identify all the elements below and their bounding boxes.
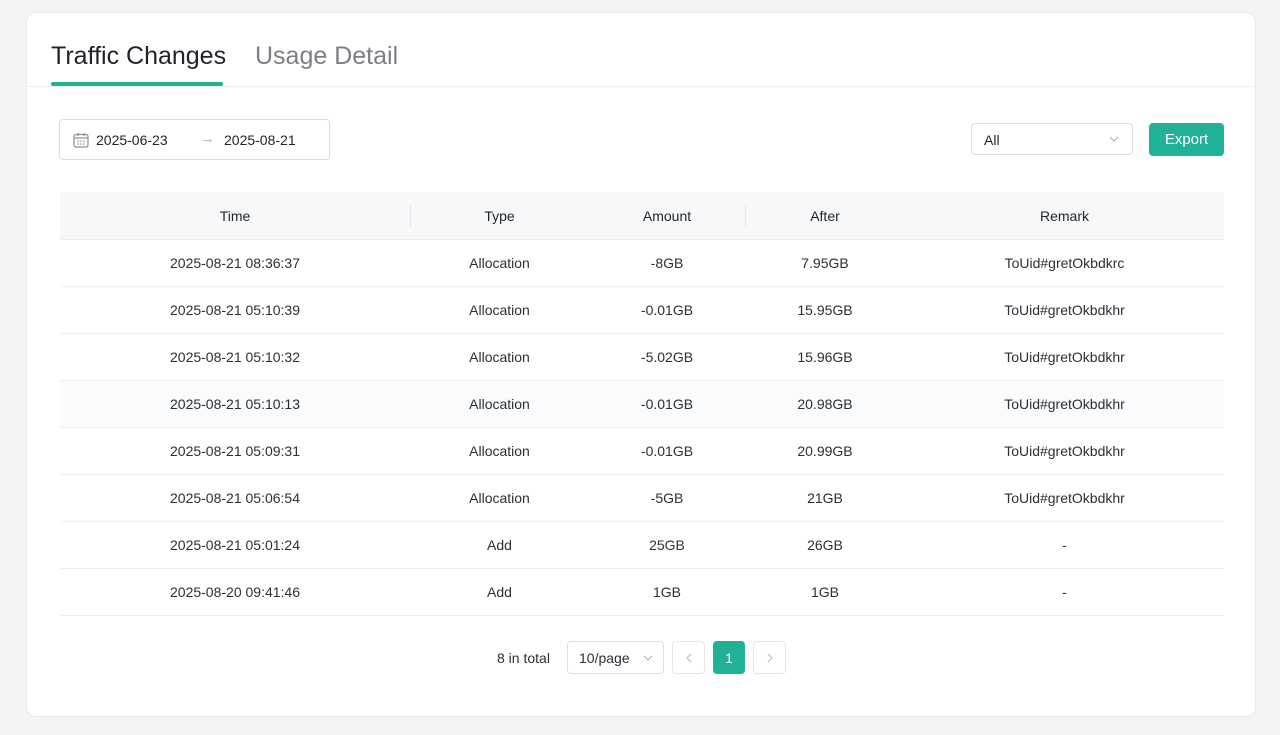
page-size-value: 10/page [579,650,630,666]
cell-time: 2025-08-21 05:09:31 [170,443,300,459]
calendar-icon [73,133,89,148]
chevron-down-icon [643,655,653,661]
cell-type: Allocation [469,443,530,459]
previous-page-button[interactable] [672,641,705,674]
chevron-down-icon [1109,136,1119,142]
total-count: 8 in total [497,650,550,666]
cell-after: 20.98GB [797,396,853,412]
cell-remark: - [1062,584,1067,600]
traffic-table: Time Type Amount After Remark 2025-08-21… [60,192,1224,616]
cell-time: 2025-08-21 05:06:54 [170,490,300,506]
cell-after: 15.95GB [797,302,853,318]
tab-usage-detail[interactable]: Usage Detail [255,41,398,71]
cell-remark: - [1062,537,1067,553]
type-filter-select[interactable]: All [971,123,1133,155]
cell-remark: ToUid#gretOkbdkrc [1004,255,1125,271]
cell-type: Add [487,584,512,600]
table-row: 2025-08-21 05:01:24 Add 25GB 26GB - [60,522,1224,569]
cell-type: Allocation [469,349,530,365]
column-header-after: After [810,207,840,224]
column-header-time: Time [219,207,251,224]
table-row: 2025-08-21 08:36:37 Allocation -8GB 7.95… [60,240,1224,287]
cell-after: 1GB [810,584,839,600]
table-row: 2025-08-21 05:10:13 Allocation -0.01GB 2… [60,381,1224,428]
cell-time: 2025-08-21 05:10:39 [170,302,300,318]
column-header-remark: Remark [1039,207,1089,224]
cell-amount: -0.01GB [640,443,694,459]
cell-amount: -5GB [650,490,684,506]
active-tab-indicator [51,82,223,86]
start-date-input[interactable]: 2025-06-23 [96,132,168,148]
tab-bar: Traffic Changes Usage Detail [27,13,1255,87]
cell-time: 2025-08-20 09:41:46 [170,584,300,600]
cell-amount: 1GB [652,584,681,600]
cell-type: Add [487,537,512,553]
column-header-amount: Amount [642,207,692,224]
cell-after: 26GB [807,537,843,553]
cell-type: Allocation [469,302,530,318]
column-header-type: Type [484,207,515,224]
tab-traffic-changes[interactable]: Traffic Changes [51,41,226,71]
date-range-picker[interactable]: 2025-06-23 → 2025-08-21 [59,119,330,160]
pagination: 8 in total 10/page 1 [27,641,1255,675]
cell-remark: ToUid#gretOkbdkhr [1004,490,1125,506]
cell-amount: -8GB [650,255,684,271]
cell-amount: 25GB [649,537,685,553]
end-date-input[interactable]: 2025-08-21 [224,132,296,148]
traffic-card: Traffic Changes Usage Detail 2025-06-23 … [26,12,1256,717]
table-row: 2025-08-21 05:10:39 Allocation -0.01GB 1… [60,287,1224,334]
table-row: 2025-08-20 09:41:46 Add 1GB 1GB - [60,569,1224,616]
cell-time: 2025-08-21 05:10:13 [170,396,300,412]
date-range-arrow-icon: → [200,130,215,147]
cell-amount: -0.01GB [640,302,694,318]
cell-after: 7.95GB [801,255,849,271]
cell-amount: -5.02GB [640,349,694,365]
chevron-left-icon [685,653,691,662]
table-row: 2025-08-21 05:10:32 Allocation -5.02GB 1… [60,334,1224,381]
table-header: Time Type Amount After Remark [60,192,1224,240]
next-page-button[interactable] [753,641,786,674]
page-1-button[interactable]: 1 [713,641,745,674]
cell-remark: ToUid#gretOkbdkhr [1004,443,1125,459]
cell-remark: ToUid#gretOkbdkhr [1004,396,1125,412]
cell-amount: -0.01GB [640,396,694,412]
type-filter-value: All [984,132,1000,148]
chevron-right-icon [767,653,773,662]
cell-type: Allocation [469,490,530,506]
cell-type: Allocation [469,396,530,412]
cell-time: 2025-08-21 05:01:24 [170,537,300,553]
cell-time: 2025-08-21 08:36:37 [170,255,300,271]
cell-remark: ToUid#gretOkbdkhr [1004,349,1125,365]
cell-after: 20.99GB [797,443,853,459]
cell-remark: ToUid#gretOkbdkhr [1004,302,1125,318]
cell-after: 15.96GB [797,349,853,365]
cell-type: Allocation [469,255,530,271]
export-button[interactable]: Export [1149,123,1224,156]
page-size-select[interactable]: 10/page [567,641,664,674]
cell-time: 2025-08-21 05:10:32 [170,349,300,365]
cell-after: 21GB [807,490,843,506]
table-row: 2025-08-21 05:06:54 Allocation -5GB 21GB… [60,475,1224,522]
table-row: 2025-08-21 05:09:31 Allocation -0.01GB 2… [60,428,1224,475]
